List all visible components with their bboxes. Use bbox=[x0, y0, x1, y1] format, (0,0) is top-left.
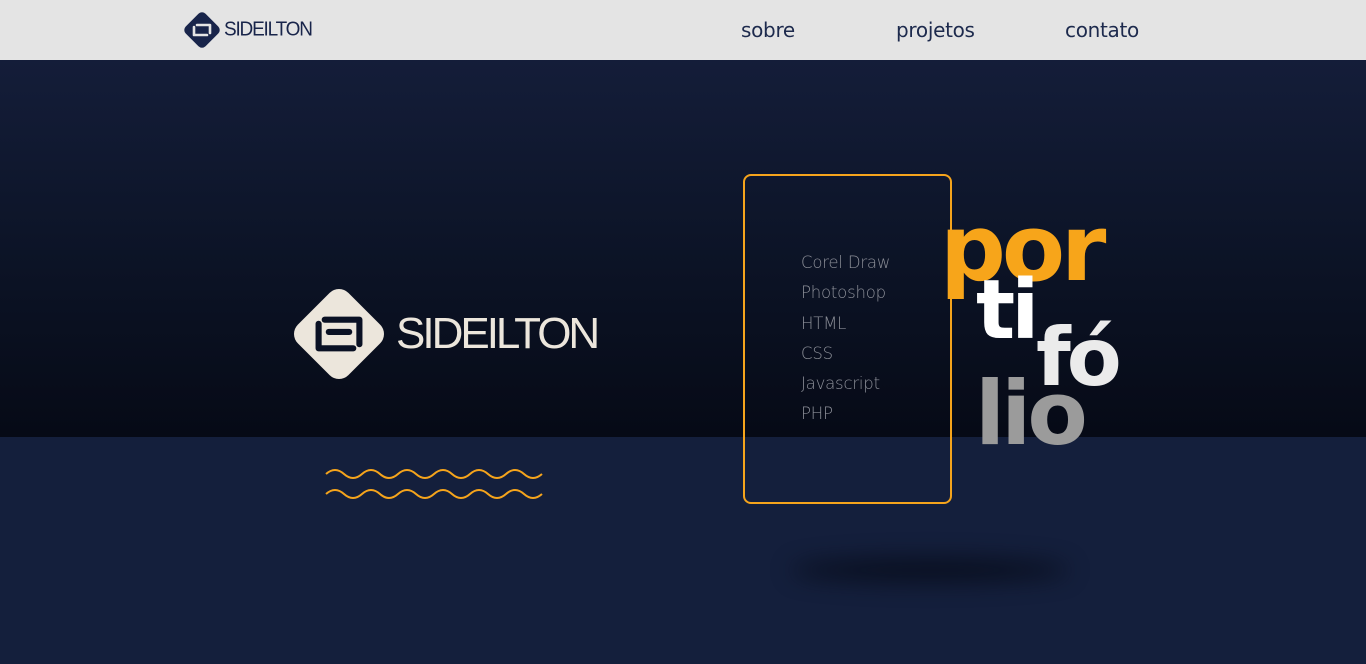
hero-logo-text: SIDEILTON bbox=[396, 309, 600, 358]
skill-item-css: CSS bbox=[801, 343, 833, 363]
skill-item-photoshop: Photoshop bbox=[801, 283, 886, 303]
logo-icon bbox=[184, 12, 220, 48]
header-logo-text: SIDEILTON bbox=[224, 18, 313, 41]
hero-bottom-band bbox=[0, 437, 1366, 664]
skill-item-php: PHP bbox=[801, 404, 833, 424]
skill-item-javascript: Javascript bbox=[801, 374, 880, 394]
portfolio-title-lio: lio bbox=[975, 362, 1088, 465]
skill-item-corel-draw: Corel Draw bbox=[801, 253, 891, 272]
hero-section bbox=[0, 60, 1366, 437]
nav-link-projetos[interactable]: projetos bbox=[896, 18, 975, 42]
wave-decoration bbox=[325, 469, 543, 499]
hero-logo: SIDEILTON bbox=[288, 283, 600, 385]
drop-shadow bbox=[790, 558, 1070, 582]
hero-logo-icon bbox=[294, 289, 384, 379]
site-header: SIDEILTON sobre projetos contato bbox=[0, 0, 1366, 60]
header-logo-link[interactable]: SIDEILTON bbox=[182, 10, 313, 50]
portfolio-title-ti: ti bbox=[976, 263, 1039, 358]
skill-item-html: HTML bbox=[801, 313, 847, 333]
skills-list: Corel Draw Photoshop HTML CSS Javascript… bbox=[801, 252, 890, 434]
nav-link-sobre[interactable]: sobre bbox=[741, 18, 795, 42]
nav-link-contato[interactable]: contato bbox=[1065, 18, 1139, 42]
